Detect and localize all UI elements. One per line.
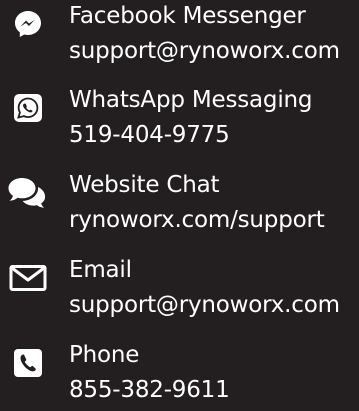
contact-title: Facebook Messenger — [69, 3, 306, 29]
contact-item-facebook-messenger[interactable]: Facebook Messenger support@rynoworx.com — [0, 0, 359, 72]
whatsapp-icon — [7, 90, 49, 126]
contact-title: Website Chat — [69, 172, 220, 198]
phone-icon — [7, 345, 49, 381]
contact-item-phone[interactable]: Phone 855-382-9611 — [0, 339, 359, 411]
contact-item-email[interactable]: Email support@rynoworx.com — [0, 254, 359, 326]
contact-detail-link[interactable]: support@rynoworx.com — [69, 36, 340, 66]
messenger-icon — [7, 6, 49, 42]
contact-title: Email — [69, 257, 132, 283]
contact-detail-link[interactable]: rynoworx.com/support — [69, 205, 325, 235]
contact-item-website-chat[interactable]: Website Chat rynoworx.com/support — [0, 169, 359, 241]
contact-list: Facebook Messenger support@rynoworx.com … — [0, 0, 359, 406]
contact-title: Phone — [69, 342, 140, 368]
chat-bubbles-icon — [7, 175, 49, 211]
contact-item-whatsapp[interactable]: WhatsApp Messaging 519-404-9775 — [0, 84, 359, 156]
contact-title: WhatsApp Messaging — [69, 87, 313, 113]
envelope-icon — [7, 260, 49, 296]
contact-detail-link[interactable]: 519-404-9775 — [69, 120, 230, 150]
contact-detail-link[interactable]: support@rynoworx.com — [69, 290, 340, 320]
contact-detail-link[interactable]: 855-382-9611 — [69, 375, 230, 405]
